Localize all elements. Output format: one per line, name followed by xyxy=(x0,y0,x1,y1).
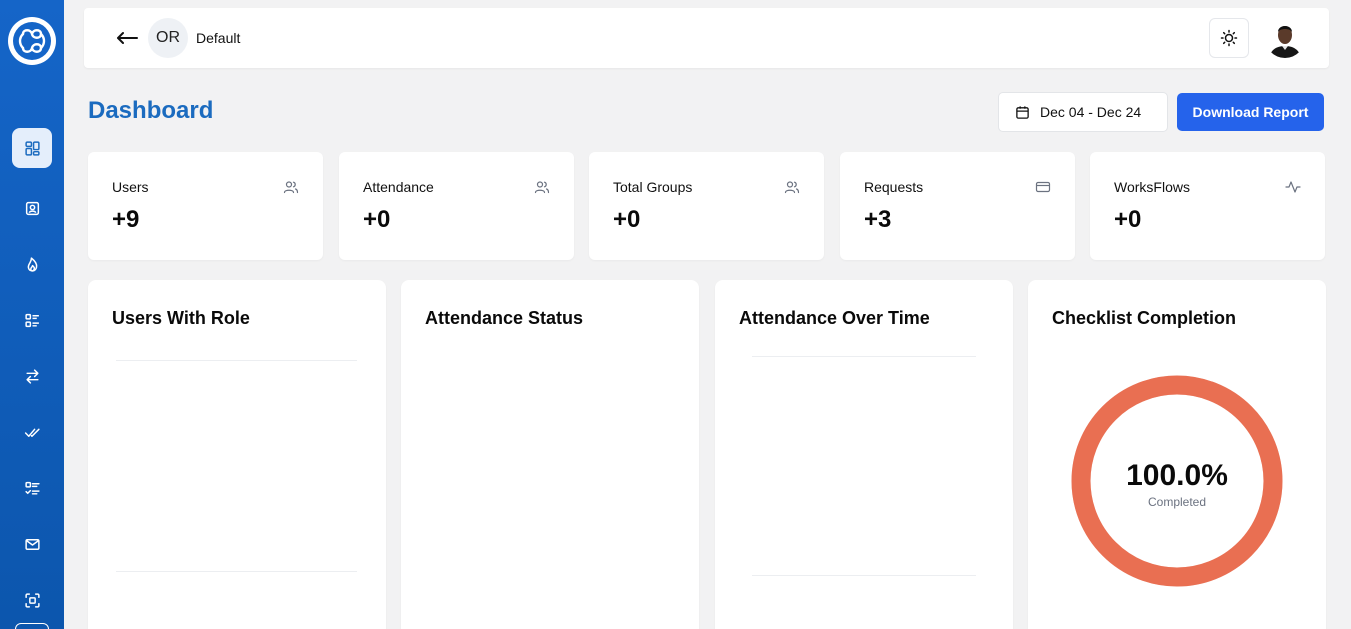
panel-title: Checklist Completion xyxy=(1052,308,1237,328)
panel-attendance-status: Attendance Status xyxy=(401,280,699,629)
sidebar-item-transfers[interactable] xyxy=(12,356,52,396)
date-range-label: Dec 04 - Dec 24 xyxy=(1040,104,1142,120)
page-title: Dashboard xyxy=(88,97,214,124)
stat-value: +0 xyxy=(363,206,391,233)
list-icon xyxy=(24,313,39,327)
back-button[interactable] xyxy=(114,26,140,50)
sidebar xyxy=(0,0,64,629)
chart-gridline xyxy=(116,360,357,361)
donut-value: 100.0% xyxy=(1126,459,1228,492)
users-icon xyxy=(534,181,550,194)
scan-icon xyxy=(24,592,40,608)
stat-card-requests: Requests +3 xyxy=(840,152,1075,260)
panel-checklist-completion: Checklist Completion 100.0% Completed xyxy=(1028,280,1326,629)
sidebar-item-dashboard[interactable] xyxy=(12,128,52,168)
calendar-icon xyxy=(1016,105,1029,119)
user-photo xyxy=(1265,18,1305,58)
stat-label: Users xyxy=(112,179,149,195)
logo-knot-icon xyxy=(13,22,51,60)
stat-label: WorksFlows xyxy=(1114,179,1190,195)
date-range-picker[interactable]: Dec 04 - Dec 24 xyxy=(998,92,1168,132)
stat-value: +0 xyxy=(1114,206,1142,233)
panel-title: Attendance Status xyxy=(425,308,584,328)
sidebar-toggle[interactable] xyxy=(15,623,49,629)
panel-users-with-role: Users With Role xyxy=(88,280,386,629)
checklist-icon xyxy=(24,481,40,495)
transfer-arrows-icon xyxy=(25,368,39,384)
donut-caption: Completed xyxy=(1147,495,1207,509)
activity-icon xyxy=(1285,181,1301,193)
double-check-icon xyxy=(24,428,40,437)
sidebar-item-contacts[interactable] xyxy=(12,188,52,228)
panel-title: Attendance Over Time xyxy=(739,308,930,328)
stat-card-users: Users +9 xyxy=(88,152,323,260)
users-icon xyxy=(784,181,800,194)
download-report-button[interactable]: Download Report xyxy=(1177,93,1324,131)
stat-label: Total Groups xyxy=(613,179,693,195)
sidebar-item-messages[interactable] xyxy=(12,524,52,564)
sun-icon xyxy=(1220,29,1238,47)
stat-value: +3 xyxy=(864,206,892,233)
dashboard-icon xyxy=(24,140,40,156)
stat-label: Requests xyxy=(864,179,924,195)
theme-toggle-button[interactable] xyxy=(1209,18,1249,58)
panel-title: Users With Role xyxy=(112,308,250,328)
user-avatar[interactable] xyxy=(1265,18,1305,58)
panel-attendance-over-time: Attendance Over Time xyxy=(715,280,1013,629)
sidebar-item-list[interactable] xyxy=(12,300,52,340)
stat-value: +9 xyxy=(112,206,140,233)
chart-gridline xyxy=(116,571,357,572)
stat-card-attendance: Attendance +0 xyxy=(339,152,574,260)
chart-gridline xyxy=(752,356,976,357)
chart-gridline xyxy=(752,575,976,576)
credit-card-icon xyxy=(1035,181,1051,193)
org-avatar[interactable]: OR xyxy=(148,18,188,58)
sidebar-item-checklists[interactable] xyxy=(12,468,52,508)
stat-card-workflows: WorksFlows +0 xyxy=(1090,152,1325,260)
stat-value: +0 xyxy=(613,206,641,233)
mail-icon xyxy=(24,538,40,550)
app-logo[interactable] xyxy=(8,17,56,65)
sidebar-item-approvals[interactable] xyxy=(12,412,52,452)
sidebar-item-activity[interactable] xyxy=(12,244,52,284)
stat-label: Attendance xyxy=(363,179,434,195)
checklist-donut-chart: 100.0% Completed xyxy=(1071,375,1283,587)
top-bar: OR Default xyxy=(84,8,1329,68)
stat-card-total-groups: Total Groups +0 xyxy=(589,152,824,260)
contact-badge-icon xyxy=(25,201,39,215)
sidebar-item-scan[interactable] xyxy=(12,580,52,620)
arrow-left-icon xyxy=(117,32,138,44)
users-icon xyxy=(283,181,299,194)
flame-icon xyxy=(27,256,37,272)
org-name[interactable]: Default xyxy=(196,30,240,46)
